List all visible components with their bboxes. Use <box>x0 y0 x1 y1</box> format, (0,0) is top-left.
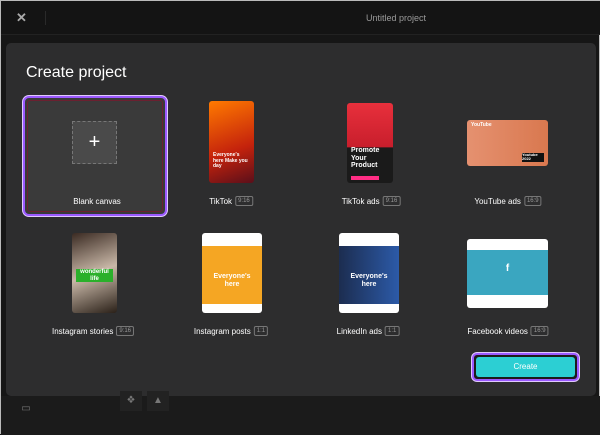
card-label: Facebook videos <box>467 326 528 336</box>
plus-icon: + <box>72 121 117 164</box>
tiktok-ads-thumbnail: Promote Your Product <box>347 103 393 183</box>
card-label: Blank canvas <box>73 197 121 206</box>
card-label: YouTube ads <box>474 196 521 206</box>
youtube-ads-thumbnail: YouTube Youtube 2022 <box>467 120 548 166</box>
google-drive-icon[interactable]: ▲ <box>147 391 169 411</box>
card-label: TikTok ads <box>341 196 380 206</box>
instagram-stories-thumbnail: wonderful life <box>72 233 117 313</box>
ratio-badge: 9:16 <box>235 196 253 206</box>
tiktok-thumbnail: Everyone's here Make you day <box>209 101 254 183</box>
dropbox-icon[interactable]: ❖ <box>120 391 142 411</box>
linkedin-ads-thumbnail: Everyone's here <box>339 233 399 313</box>
subtitle-icon[interactable]: ▭ <box>15 399 37 419</box>
create-project-dialog: Create project + Blank canvas Everyone's… <box>6 43 596 396</box>
project-title: Untitled project <box>365 13 427 23</box>
card-label: TikTok <box>209 196 233 206</box>
ratio-badge: 16:9 <box>530 326 549 336</box>
facebook-videos-thumbnail: f <box>467 239 548 308</box>
instagram-posts-thumbnail: Everyone's here <box>202 233 262 313</box>
card-label: LinkedIn ads <box>336 326 383 336</box>
ratio-badge: 1:1 <box>385 326 400 336</box>
ratio-badge: 1:1 <box>253 326 269 336</box>
bottom-bar: ▭ ❖ ▲ <box>1 391 600 435</box>
ratio-badge: 9:16 <box>382 196 401 206</box>
blank-canvas-card[interactable]: + Blank canvas <box>23 96 167 216</box>
card-label: Instagram posts <box>193 326 251 336</box>
ratio-badge: 16:9 <box>523 196 542 206</box>
dialog-title: Create project <box>26 64 127 81</box>
card-label: Instagram stories <box>51 326 114 336</box>
top-bar: ✕ Untitled project <box>1 1 600 35</box>
facebook-icon: f <box>505 263 510 274</box>
create-button[interactable]: Create <box>472 353 579 381</box>
ratio-badge: 9:16 <box>116 326 135 336</box>
